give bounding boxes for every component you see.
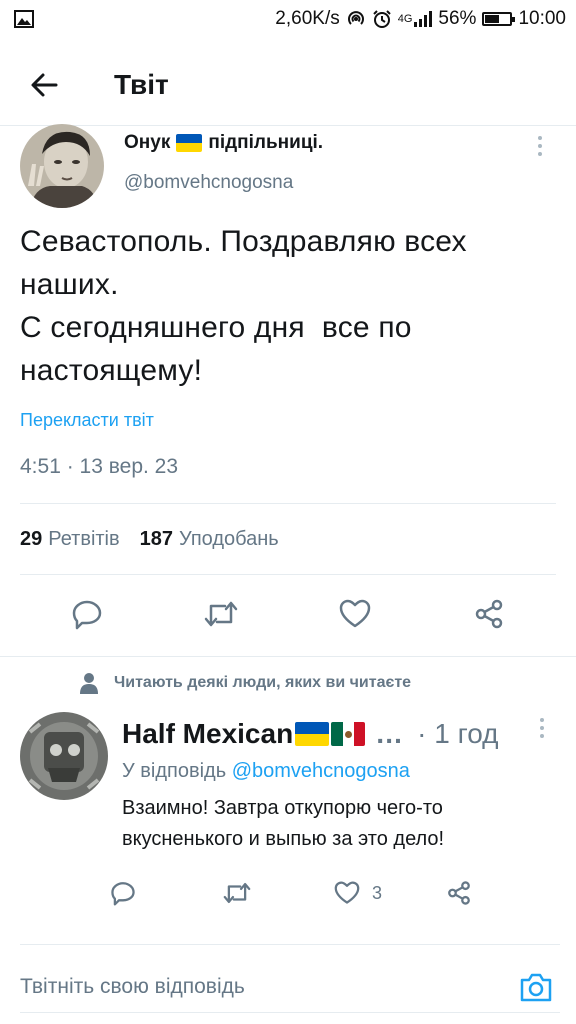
compose-underline xyxy=(20,1012,560,1013)
author-avatar[interactable] xyxy=(20,124,104,208)
name-truncation: … xyxy=(375,718,404,749)
likes-stat[interactable]: 187 Уподобань xyxy=(140,528,279,551)
avatar-photo xyxy=(20,124,104,208)
hotspot-icon xyxy=(347,11,364,25)
section-divider xyxy=(0,656,576,657)
share-button[interactable] xyxy=(465,590,513,638)
like-icon xyxy=(334,881,360,904)
reply-actions: 3 xyxy=(110,873,558,913)
image-icon xyxy=(14,10,34,28)
signal-icon xyxy=(414,11,433,27)
share-icon xyxy=(475,599,503,629)
like-button[interactable] xyxy=(331,590,379,638)
author-handle[interactable]: @bomvehcnogosna xyxy=(124,172,323,194)
retweet-icon xyxy=(223,882,251,904)
avatar-photo xyxy=(20,712,108,800)
page-title: Твіт xyxy=(114,68,169,100)
retweets-stat[interactable]: 29 Ретвітів xyxy=(20,528,120,551)
reply-like-button[interactable]: 3 xyxy=(334,873,446,913)
retweet-icon xyxy=(204,601,238,627)
translate-tweet-link[interactable]: Перекласти твіт xyxy=(20,410,154,431)
reply-header: Half Mexican … · 1 год xyxy=(122,712,558,756)
social-context: Читають деякі люди, яких ви читаєте xyxy=(80,672,411,694)
status-bar: 2,60K/s 4G 56% 10:00 xyxy=(0,0,576,38)
camera-button[interactable] xyxy=(516,967,556,1007)
section-divider xyxy=(20,944,560,945)
reply-icon xyxy=(111,882,135,906)
share-icon xyxy=(448,881,470,905)
mexico-flag-icon xyxy=(331,722,366,746)
like-icon xyxy=(339,599,371,628)
network-speed: 2,60K/s xyxy=(275,8,340,29)
tweet-timestamp: 4:51 · 13 вер. 23 xyxy=(20,455,179,478)
battery-icon xyxy=(482,12,516,26)
reply-button[interactable] xyxy=(63,590,111,638)
tweet-actions xyxy=(20,575,556,653)
camera-icon xyxy=(520,973,552,1002)
main-tweet: Онук підпільниці. @bomvehcnogosna Севаст… xyxy=(0,124,576,653)
reply-share-button[interactable] xyxy=(446,873,558,913)
tweet-text: Севастополь. Поздравляю всех наших. С се… xyxy=(20,225,467,387)
retweet-button[interactable] xyxy=(197,590,245,638)
person-icon xyxy=(80,673,98,694)
network-type: 4G xyxy=(397,13,413,25)
alarm-icon xyxy=(373,10,391,28)
author-name[interactable]: Онук підпільниці. xyxy=(124,132,323,154)
replying-to-mention[interactable]: @bomvehcnogosna xyxy=(232,760,410,782)
reply-reply-button[interactable] xyxy=(110,873,222,913)
reply-more-options-icon[interactable] xyxy=(532,718,552,742)
reply-text: Взаимно! Завтра откупорю чего-то вкуснен… xyxy=(122,797,445,850)
app-header: Твіт xyxy=(0,44,576,126)
arrow-left-icon xyxy=(31,73,58,96)
clock: 10:00 xyxy=(518,8,566,29)
reply-tweet[interactable]: Half Mexican … · 1 год У відповідь @bomv… xyxy=(0,712,576,913)
tweet-author-row: Онук підпільниці. @bomvehcnogosna xyxy=(20,124,556,210)
reply-time: · 1 год xyxy=(417,718,499,749)
back-button[interactable] xyxy=(14,55,74,115)
reply-author-avatar[interactable] xyxy=(20,712,108,800)
reply-retweet-button[interactable] xyxy=(222,873,334,913)
reply-icon xyxy=(72,600,102,630)
replying-to: У відповідь @bomvehcnogosna xyxy=(122,760,410,782)
ukraine-flag-icon xyxy=(295,722,330,746)
reply-like-count: 3 xyxy=(372,882,383,903)
reply-author-name[interactable]: Half Mexican xyxy=(122,718,293,750)
ukraine-flag-icon xyxy=(176,134,203,152)
tweet-stats: 29 Ретвітів 187 Уподобань xyxy=(20,504,556,574)
reply-input[interactable] xyxy=(20,975,516,999)
battery-percent: 56% xyxy=(438,8,477,29)
more-options-icon[interactable] xyxy=(530,136,550,160)
